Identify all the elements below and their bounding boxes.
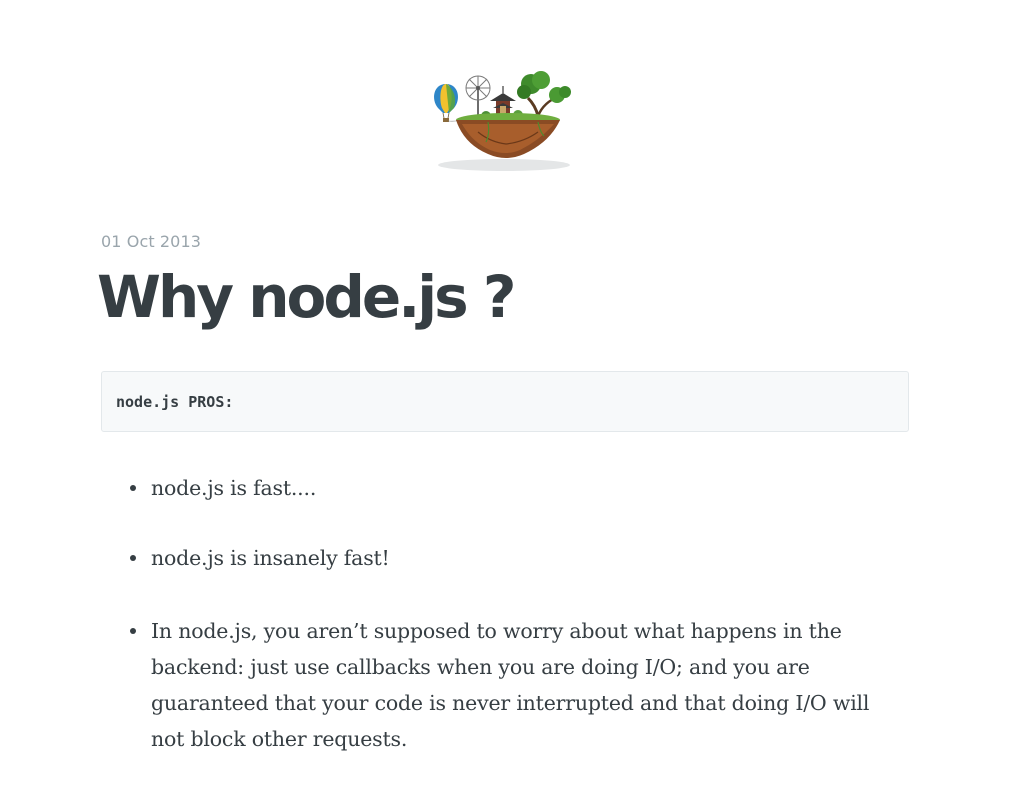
list-item: node.js is insanely fast! — [130, 540, 921, 576]
list-item-text: node.js is insanely fast! — [151, 546, 390, 570]
pagoda-icon — [490, 86, 516, 114]
floating-island-logo-icon[interactable] — [428, 70, 580, 176]
balloon-icon — [434, 84, 467, 122]
bullet-dot-icon — [130, 485, 136, 491]
post-date: 01 Oct 2013 — [101, 232, 202, 251]
bullet-dot-icon — [130, 628, 136, 634]
tree-icon — [517, 71, 571, 117]
blog-post-page: 01 Oct 2013 Why node.js ? node.js PROS: … — [0, 0, 1012, 793]
code-block: node.js PROS: — [101, 371, 909, 432]
list-item: In node.js, you aren’t supposed to worry… — [130, 613, 891, 757]
post-title: Why node.js ? — [97, 263, 517, 331]
list-item: node.js is fast.... — [130, 470, 921, 506]
list-item-text: In node.js, you aren’t supposed to worry… — [151, 619, 870, 751]
bullet-dot-icon — [130, 555, 136, 561]
list-item-text: node.js is fast.... — [151, 476, 317, 500]
windmill-icon — [465, 75, 491, 116]
